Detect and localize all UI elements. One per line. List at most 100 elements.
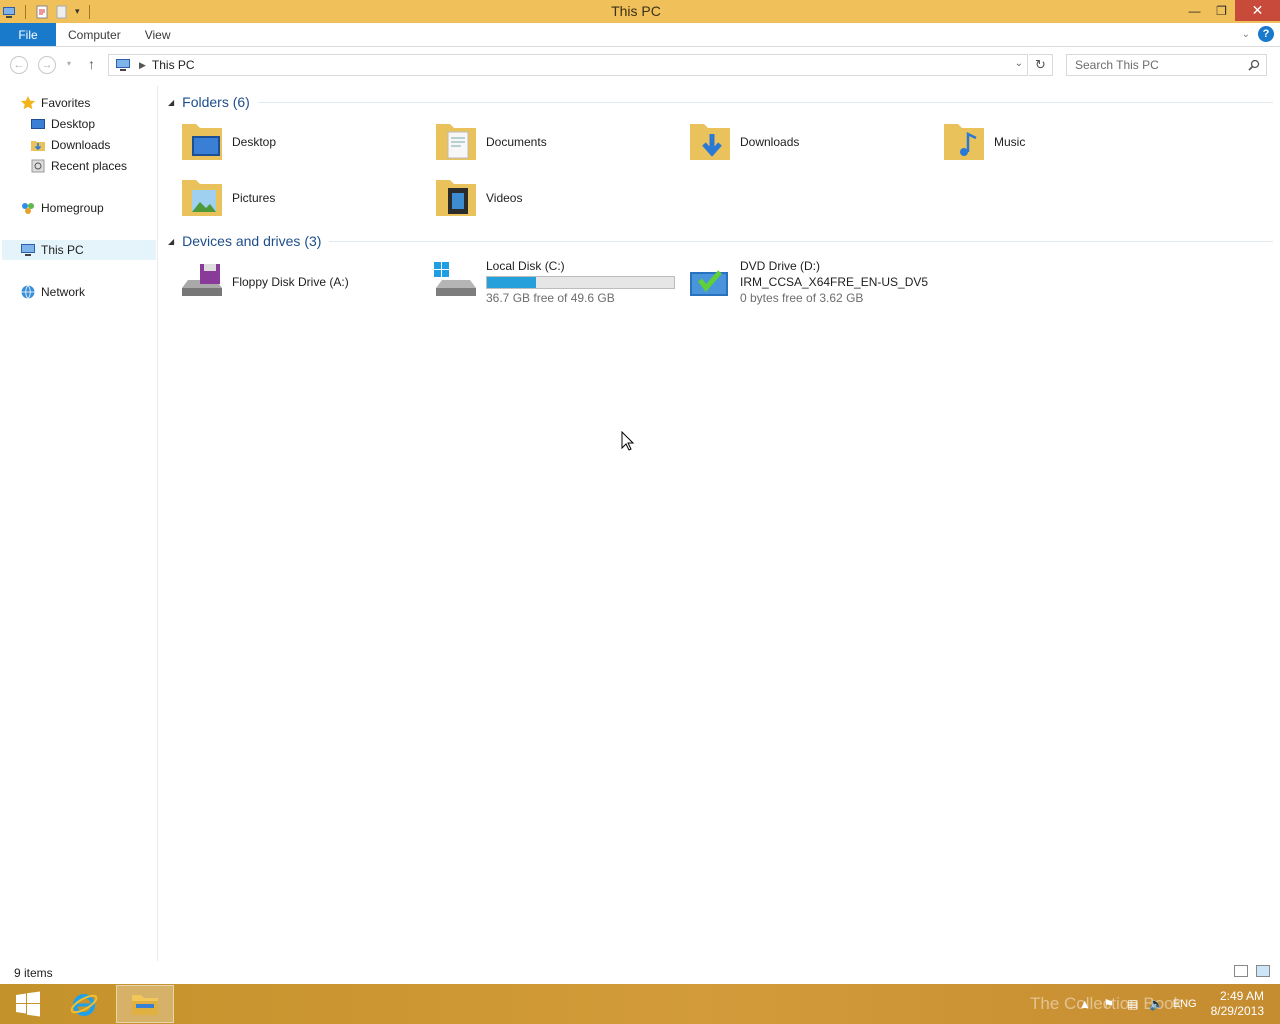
- tab-computer[interactable]: Computer: [56, 23, 133, 46]
- nav-downloads-label: Downloads: [51, 138, 111, 152]
- folder-music[interactable]: Music: [940, 116, 1190, 168]
- close-button[interactable]: ✕: [1235, 0, 1280, 21]
- ribbon-tabs: File Computer View ⌄ ?: [0, 23, 1280, 47]
- clock-date: 8/29/2013: [1210, 1004, 1264, 1018]
- folder-desktop-label: Desktop: [232, 135, 277, 149]
- address-bar[interactable]: ▶ This PC ⌄: [108, 54, 1028, 76]
- volume-icon[interactable]: 🔈: [1149, 996, 1165, 1012]
- window-controls: — ❐ ✕: [1181, 0, 1280, 23]
- drive-local-free: 36.7 GB free of 49.6 GB: [486, 291, 615, 305]
- this-pc-icon: [116, 59, 130, 71]
- input-language[interactable]: ENG: [1173, 998, 1197, 1010]
- nav-recent-places-label: Recent places: [51, 159, 128, 173]
- downloads-folder-icon: [690, 124, 730, 160]
- nav-favorites[interactable]: Favorites: [20, 93, 90, 113]
- this-pc-icon: [21, 244, 35, 256]
- nav-desktop[interactable]: Desktop: [30, 114, 95, 134]
- nav-network[interactable]: Network: [20, 282, 85, 302]
- folder-downloads[interactable]: Downloads: [686, 116, 936, 168]
- drives-group-title: Devices and drives (3): [182, 233, 322, 249]
- expand-ribbon-icon[interactable]: ⌄: [1242, 29, 1250, 40]
- action-center-flag-icon[interactable]: ⚑: [1101, 996, 1117, 1012]
- details-view-icon[interactable]: [1234, 965, 1248, 977]
- folder-pictures-label: Pictures: [232, 191, 276, 205]
- network-tray-icon[interactable]: ▤: [1125, 996, 1141, 1012]
- view-buttons: [1234, 965, 1270, 977]
- folders-group-title: Folders (6): [182, 94, 250, 110]
- tab-view[interactable]: View: [133, 23, 183, 46]
- minimize-button[interactable]: —: [1181, 0, 1208, 21]
- back-button[interactable]: ←: [10, 56, 28, 74]
- collapse-triangle-icon[interactable]: ◢: [168, 98, 174, 107]
- restore-button[interactable]: ❐: [1208, 0, 1235, 21]
- drives-group-header[interactable]: ◢ Devices and drives (3): [168, 233, 1273, 249]
- homegroup-icon: [22, 203, 34, 214]
- file-explorer-button[interactable]: [116, 985, 174, 1023]
- drive-local-c[interactable]: Local Disk (C:) 36.7 GB free of 49.6 GB: [432, 256, 692, 308]
- nav-homegroup[interactable]: Homegroup: [20, 198, 104, 218]
- internet-explorer-button[interactable]: [56, 984, 112, 1024]
- system-tray: ▲ ⚑ ▤ 🔈 ENG 2:49 AM 8/29/2013: [1077, 984, 1280, 1024]
- status-bar: 9 items: [0, 961, 1280, 984]
- folder-documents-label: Documents: [486, 135, 547, 149]
- drive-dvd-free: 0 bytes free of 3.62 GB: [740, 291, 864, 305]
- nav-downloads[interactable]: Downloads: [30, 135, 110, 155]
- drive-floppy-label: Floppy Disk Drive (A:): [232, 275, 349, 289]
- help-icon[interactable]: ?: [1258, 26, 1274, 42]
- nav-homegroup-label: Homegroup: [41, 201, 104, 215]
- address-dropdown-icon[interactable]: ⌄: [1015, 58, 1023, 69]
- group-divider: [257, 101, 1273, 103]
- search-placeholder: Search This PC: [1075, 58, 1159, 72]
- drive-local-info: Local Disk (C:) 36.7 GB free of 49.6 GB: [486, 259, 675, 305]
- refresh-button[interactable]: ↻: [1029, 54, 1053, 76]
- title-bar: ▾ This PC — ❐ ✕: [0, 0, 1280, 23]
- desktop-icon: [31, 119, 45, 129]
- content-pane: ◢ Folders (6) Desktop Documents Download…: [160, 86, 1280, 961]
- recent-locations-icon[interactable]: ▾: [67, 59, 71, 68]
- search-input[interactable]: Search This PC: [1066, 54, 1267, 76]
- item-count: 9 items: [14, 965, 53, 980]
- nav-desktop-label: Desktop: [51, 117, 96, 131]
- drive-floppy[interactable]: Floppy Disk Drive (A:): [178, 256, 428, 308]
- star-icon: [20, 96, 36, 110]
- drive-local-label: Local Disk (C:): [486, 259, 565, 273]
- breadcrumb-chevron-icon[interactable]: ▶: [139, 60, 146, 71]
- clock[interactable]: 2:49 AM 8/29/2013: [1211, 989, 1264, 1019]
- folder-desktop[interactable]: Desktop: [178, 116, 428, 168]
- start-button[interactable]: [0, 984, 56, 1024]
- navigation-pane: Favorites Desktop Downloads Recent place…: [0, 86, 158, 961]
- collapse-triangle-icon[interactable]: ◢: [168, 237, 174, 246]
- drive-dvd-info: DVD Drive (D:) IRM_CCSA_X64FRE_EN-US_DV5…: [740, 259, 928, 305]
- folder-videos-label: Videos: [486, 191, 523, 205]
- windows-logo-icon: [16, 991, 40, 1017]
- drive-usage-fill: [487, 277, 536, 288]
- mouse-cursor-icon: [621, 431, 635, 451]
- tab-file[interactable]: File: [0, 23, 56, 46]
- taskbar: The Collection Book ▲ ⚑ ▤ 🔈 ENG 2:49 AM …: [0, 984, 1280, 1024]
- folders-group-header[interactable]: ◢ Folders (6): [168, 94, 1273, 110]
- nav-favorites-label: Favorites: [41, 96, 91, 110]
- folder-videos[interactable]: Videos: [432, 172, 682, 224]
- desktop-folder-icon: [182, 124, 222, 160]
- forward-button[interactable]: →: [38, 56, 56, 74]
- drive-usage-bar: [486, 276, 675, 289]
- search-icon[interactable]: [1248, 59, 1260, 71]
- show-hidden-icons-icon[interactable]: ▲: [1077, 996, 1093, 1012]
- nav-network-label: Network: [41, 285, 86, 299]
- clock-time: 2:49 AM: [1219, 989, 1264, 1003]
- nav-this-pc[interactable]: This PC: [2, 240, 156, 260]
- nav-recent-places[interactable]: Recent places: [30, 156, 127, 176]
- folder-music-label: Music: [994, 135, 1026, 149]
- large-icons-view-icon[interactable]: [1256, 965, 1270, 977]
- local-disk-icon: [434, 262, 476, 296]
- folder-downloads-label: Downloads: [740, 135, 800, 149]
- downloads-folder-icon: [31, 141, 45, 151]
- breadcrumb-this-pc[interactable]: This PC: [152, 58, 195, 72]
- internet-explorer-icon: [70, 994, 98, 1016]
- drive-dvd-d[interactable]: DVD Drive (D:) IRM_CCSA_X64FRE_EN-US_DV5…: [686, 256, 986, 308]
- documents-folder-icon: [436, 124, 476, 160]
- folder-pictures[interactable]: Pictures: [178, 172, 428, 224]
- up-button[interactable]: ↑: [88, 56, 95, 72]
- network-icon: [21, 285, 35, 299]
- folder-documents[interactable]: Documents: [432, 116, 682, 168]
